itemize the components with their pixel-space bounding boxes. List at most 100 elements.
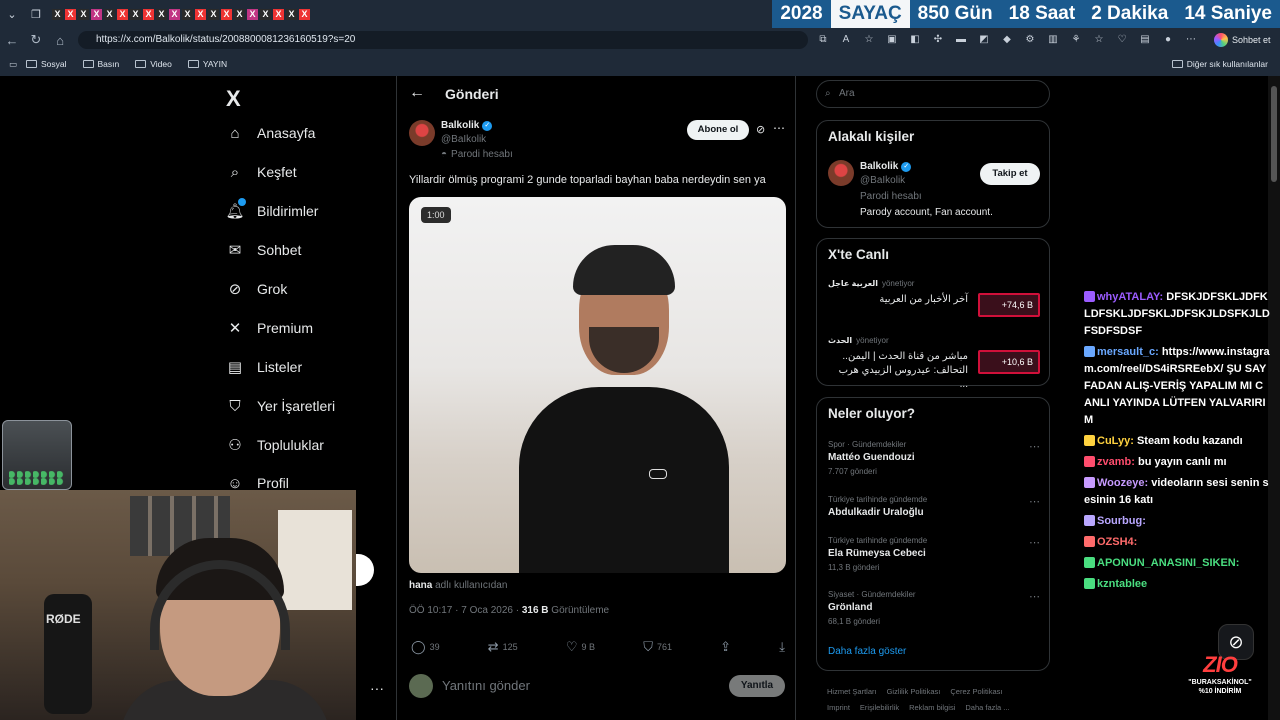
footer-link[interactable]: Çerez Politikası <box>950 687 1002 696</box>
url-field[interactable]: https://x.com/Balkolik/status/2008800081… <box>78 31 808 49</box>
read-aloud-icon[interactable]: A <box>839 33 853 47</box>
reply-button[interactable]: ◯ 39 <box>411 639 440 655</box>
tab-favicon-icon[interactable]: X <box>182 8 193 20</box>
related-handle[interactable]: @BaIkolik <box>860 175 905 186</box>
bookmark-folder[interactable]: YAYIN <box>187 59 227 69</box>
back-icon[interactable]: ← <box>0 28 24 52</box>
favorite-star-icon[interactable]: ☆ <box>862 33 876 47</box>
trend-more-icon[interactable]: ⋯ <box>1029 495 1040 508</box>
workspaces-icon[interactable]: ❐ <box>24 0 48 28</box>
sidebar-icon[interactable]: ▥ <box>1046 33 1060 47</box>
author-handle[interactable]: @BaIkolik <box>441 134 486 145</box>
trend-more-icon[interactable]: ⋯ <box>1029 536 1040 549</box>
bookmark-folder[interactable]: Basın <box>82 59 119 69</box>
tab-favicon-icon[interactable]: X <box>91 8 102 20</box>
extension-icon[interactable]: ▣ <box>885 33 899 47</box>
bookmark-folder[interactable]: Sosyal <box>26 59 67 69</box>
grok-icon[interactable]: ⊘ <box>756 123 765 136</box>
other-bookmarks[interactable]: Diğer sık kullanılanlar <box>1171 52 1268 76</box>
footer-link[interactable]: Imprint <box>827 703 850 712</box>
tab-favicon-icon[interactable]: X <box>221 8 232 20</box>
trend-more-icon[interactable]: ⋯ <box>1029 440 1040 453</box>
sidebar-item-communities[interactable]: ⚇ Topluluklar <box>226 436 324 454</box>
tab-favicon-icon[interactable]: X <box>260 8 271 20</box>
extension-icon[interactable]: ✣ <box>931 33 945 47</box>
scrollbar-thumb[interactable] <box>1271 86 1277 182</box>
trend-item[interactable]: Türkiye tarihinde gündemde Abdulkadir Ur… <box>828 495 1040 518</box>
subscribe-button[interactable]: Abone ol <box>687 120 749 140</box>
tab-favicon-icon[interactable]: X <box>247 8 258 20</box>
tab-list-chevron-icon[interactable]: ⌄ <box>0 0 24 28</box>
sidebar-item-explore[interactable]: ⌕ Keşfet <box>226 163 297 181</box>
more-menu-icon[interactable]: ⋯ <box>1184 33 1198 47</box>
reply-submit-button[interactable]: Yanıtla <box>729 675 785 697</box>
sidebar-item-grok[interactable]: ⊘ Grok <box>226 280 288 298</box>
collections-icon[interactable]: ▤ <box>1138 33 1152 47</box>
extension-icon[interactable]: ▬ <box>954 33 968 47</box>
footer-link[interactable]: Erişilebilirlik <box>860 703 899 712</box>
extensions-puzzle-icon[interactable]: ⚙ <box>1023 33 1037 47</box>
follow-button[interactable]: Takip et <box>980 163 1040 185</box>
sidebar-item-premium[interactable]: ✕ Premium <box>226 319 313 337</box>
sidebar-item-messages[interactable]: ✉ Sohbet <box>226 241 302 259</box>
bookmark-button[interactable]: ⛉ 761 <box>643 639 672 655</box>
footer-link[interactable]: Reklam bilgisi <box>909 703 955 712</box>
download-button[interactable]: ⤓ <box>779 639 785 655</box>
tab-favicon-icon[interactable]: X <box>156 8 167 20</box>
tab-favicon-icon[interactable]: X <box>208 8 219 20</box>
footer-link[interactable]: Daha fazla ... <box>965 703 1009 712</box>
x-logo[interactable]: X <box>226 86 241 112</box>
tab-favicon-icon[interactable]: X <box>78 8 89 20</box>
sidebar-item-bookmarks[interactable]: ⛉ Yer İşaretleri <box>226 397 335 415</box>
sidebar-item-home[interactable]: ⌂ Anasayfa <box>226 124 315 142</box>
trend-item[interactable]: Türkiye tarihinde gündemde Ela Rümeysa C… <box>828 536 1040 572</box>
search-input[interactable]: ⌕ Ara <box>816 80 1050 108</box>
extension-icon[interactable]: ◆ <box>1000 33 1014 47</box>
repost-button[interactable]: ⇄ 125 <box>488 639 518 655</box>
home-icon[interactable]: ⌂ <box>48 28 72 52</box>
trend-item[interactable]: Spor · Gündemdekiler Mattéo Guendouzi 7.… <box>828 440 1040 476</box>
tab-favicon-icon[interactable]: X <box>169 8 180 20</box>
reply-input[interactable]: Yanıtını gönder <box>442 678 530 693</box>
tab-favicon-icon[interactable]: X <box>143 8 154 20</box>
tab-favicon-icon[interactable]: X <box>52 8 63 20</box>
author-name[interactable]: Balkolik ✓ <box>441 120 493 131</box>
refresh-icon[interactable]: ↻ <box>24 28 48 52</box>
tab-favicon-icon[interactable]: X <box>117 8 128 20</box>
extension-icon[interactable]: ♡ <box>1115 33 1129 47</box>
profile-avatar-icon[interactable]: ● <box>1161 33 1175 47</box>
tab-favicon-icon[interactable]: X <box>195 8 206 20</box>
extension-icon[interactable]: ◩ <box>977 33 991 47</box>
scroll-handle[interactable] <box>356 554 374 586</box>
live-item[interactable]: الحدث yönetiyor مباشر من قناة الحدث | الي… <box>828 336 1040 392</box>
favorites-icon[interactable]: ☆ <box>1092 33 1106 47</box>
related-name[interactable]: Balkolik ✓ <box>860 161 912 172</box>
back-arrow-icon[interactable]: ← <box>409 84 425 102</box>
bookmark-menu-icon[interactable]: ▭ <box>0 59 26 70</box>
related-avatar[interactable] <box>828 160 854 186</box>
source-user[interactable]: hana <box>409 580 432 591</box>
footer-link[interactable]: Hizmet Şartları <box>827 687 877 696</box>
extension-icon[interactable]: ◧ <box>908 33 922 47</box>
tab-favicon-icon[interactable]: X <box>65 8 76 20</box>
bookmark-folder[interactable]: Video <box>135 59 172 69</box>
show-more-link[interactable]: Daha fazla göster <box>828 646 906 657</box>
tab-favicon-icon[interactable]: X <box>130 8 141 20</box>
post-video[interactable]: 1:00 <box>409 197 786 573</box>
sidebar-item-notifications[interactable]: 🔔︎ Bildirimler <box>225 198 318 220</box>
copilot-chat-button[interactable]: Sohbet et <box>1214 31 1271 49</box>
more-options-icon[interactable]: ··· <box>370 680 384 696</box>
tab-favicon-icon[interactable]: X <box>286 8 297 20</box>
live-item[interactable]: العربية عاجل yönetiyor آخر الأخبار من الع… <box>828 279 1040 317</box>
sidebar-item-lists[interactable]: ▤ Listeler <box>226 358 302 376</box>
split-screen-icon[interactable]: ⧉ <box>816 33 830 47</box>
tab-favicon-icon[interactable]: X <box>273 8 284 20</box>
share-button[interactable]: ⇪ <box>720 639 731 655</box>
tab-favicon-icon[interactable]: X <box>299 8 310 20</box>
footer-link[interactable]: Gizlilik Politikası <box>887 687 941 696</box>
extension-icon[interactable]: ⚘ <box>1069 33 1083 47</box>
author-avatar[interactable] <box>409 120 435 146</box>
trend-more-icon[interactable]: ⋯ <box>1029 590 1040 603</box>
trend-item[interactable]: Siyaset · Gündemdekiler Grönland 68,1 B … <box>828 590 1040 626</box>
more-options-icon[interactable]: ⋯ <box>773 121 785 135</box>
